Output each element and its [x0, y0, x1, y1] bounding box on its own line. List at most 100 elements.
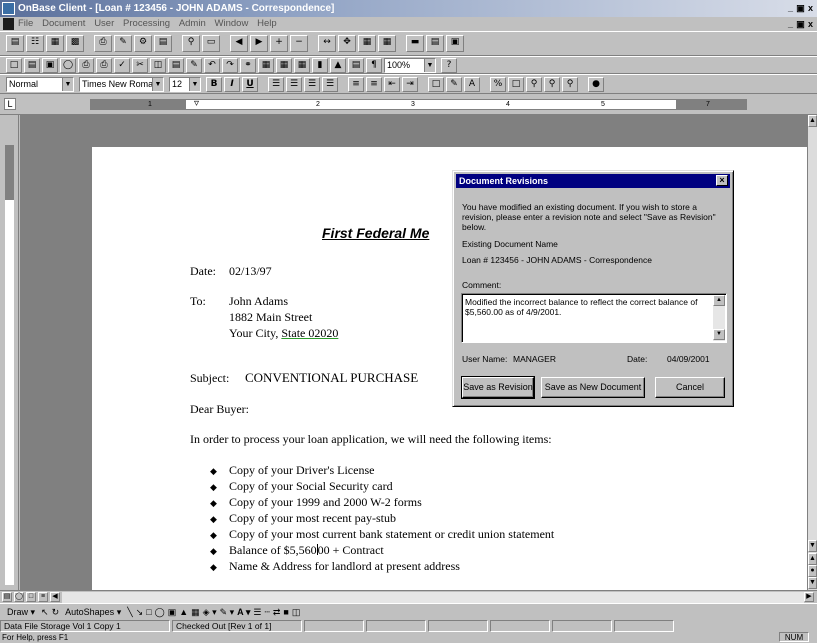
- prev-page-icon[interactable]: ▲: [808, 553, 817, 565]
- align-right-icon[interactable]: ☰: [304, 76, 320, 92]
- menu-help[interactable]: Help: [257, 17, 277, 31]
- book-icon[interactable]: ▭: [202, 35, 220, 52]
- print-view-icon[interactable]: □: [26, 592, 36, 602]
- bold-icon[interactable]: B: [206, 76, 222, 92]
- style-combo[interactable]: Normal ▼: [6, 76, 74, 92]
- doc-restore-button[interactable]: ▣: [796, 18, 805, 30]
- save-as-new-document-button[interactable]: Save as New Document: [541, 377, 645, 398]
- scroll-left-icon[interactable]: ◀: [50, 592, 60, 602]
- dash-style-icon[interactable]: ┄: [264, 607, 269, 618]
- dialog-close-button[interactable]: ×: [716, 175, 728, 186]
- web-icon[interactable]: ◯: [60, 57, 76, 73]
- comment-input[interactable]: Modified the incorrect balance to reflec…: [461, 293, 727, 343]
- tab-selector[interactable]: L: [4, 98, 16, 110]
- chevron-down-icon[interactable]: ▼: [424, 58, 435, 72]
- font-color-icon[interactable]: A: [464, 76, 480, 92]
- minimize-button[interactable]: _: [786, 2, 795, 14]
- chevron-down-icon[interactable]: ▼: [62, 77, 73, 91]
- highlight-icon[interactable]: ✎: [446, 76, 462, 92]
- outline-view-icon[interactable]: ≡: [38, 592, 48, 602]
- print-small-icon[interactable]: ⎙: [96, 57, 112, 73]
- line-color-icon[interactable]: ✎ ▾: [220, 607, 235, 618]
- shape-icon[interactable]: □: [508, 76, 524, 92]
- comment-scrollbar[interactable]: ▲ ▼: [713, 295, 725, 341]
- doc-close-button[interactable]: x: [806, 18, 815, 30]
- undo-icon[interactable]: ↶: [204, 57, 220, 73]
- ruler-strip[interactable]: 1 ▿ 2 3 4 5 7: [90, 99, 747, 110]
- align-left-icon[interactable]: ☰: [268, 76, 284, 92]
- menu-document[interactable]: Document: [42, 17, 85, 31]
- grid-icon[interactable]: ▦: [378, 35, 396, 52]
- percent-icon[interactable]: %: [490, 76, 506, 92]
- chart-icon[interactable]: ▤: [154, 35, 172, 52]
- print-preview-icon[interactable]: ⎙: [78, 57, 94, 73]
- find-icon[interactable]: ⚲: [544, 76, 560, 92]
- vertical-scrollbar[interactable]: ▲ ▼ ▲ ● ▼: [807, 115, 817, 590]
- zoom-icon[interactable]: ⚲: [182, 35, 200, 52]
- decrease-indent-icon[interactable]: ⇤: [384, 76, 400, 92]
- oval-icon[interactable]: ◯: [155, 607, 165, 618]
- retrieve-icon[interactable]: ☷: [26, 35, 44, 52]
- indent-marker[interactable]: ▿: [194, 99, 199, 109]
- menu-window[interactable]: Window: [215, 17, 249, 31]
- draw-menu[interactable]: Draw ▾: [4, 607, 38, 618]
- menu-processing[interactable]: Processing: [123, 17, 170, 31]
- hyperlink-icon[interactable]: ⚭: [240, 57, 256, 73]
- copy-icon[interactable]: ◫: [150, 57, 166, 73]
- thumbnails-icon[interactable]: ▦: [358, 35, 376, 52]
- save-as-revision-button[interactable]: Save as Revision: [461, 376, 535, 399]
- font-size-combo[interactable]: 12 ▼: [169, 76, 201, 92]
- redo-icon[interactable]: ↷: [222, 57, 238, 73]
- font-combo[interactable]: Times New Roman ▼: [79, 76, 164, 92]
- increase-indent-icon[interactable]: ⇥: [402, 76, 418, 92]
- cancel-button[interactable]: Cancel: [655, 377, 725, 398]
- spelling-icon[interactable]: ✓: [114, 57, 130, 73]
- show-hide-icon[interactable]: ¶: [366, 57, 382, 73]
- fit-page-icon[interactable]: ✥: [338, 35, 356, 52]
- format-painter-icon[interactable]: ✎: [186, 57, 202, 73]
- insert-table-icon[interactable]: ▦: [276, 57, 292, 73]
- paste-icon[interactable]: ▤: [168, 57, 184, 73]
- keywords-icon[interactable]: ▬: [406, 35, 424, 52]
- save-icon[interactable]: ▣: [42, 57, 58, 73]
- next-page-icon[interactable]: ▼: [808, 577, 817, 589]
- scroll-down-icon[interactable]: ▼: [713, 329, 725, 340]
- line-style-icon[interactable]: ☰: [253, 607, 261, 618]
- restore-button[interactable]: ▣: [796, 2, 805, 14]
- fit-width-icon[interactable]: ↔: [318, 35, 336, 52]
- font-color-draw-icon[interactable]: A ▾: [237, 607, 250, 618]
- folder-icon[interactable]: ▩: [66, 35, 84, 52]
- chevron-down-icon[interactable]: ▼: [152, 77, 163, 91]
- drawing-icon[interactable]: ▲: [330, 57, 346, 73]
- cut-icon[interactable]: ✂: [132, 57, 148, 73]
- select-objects-icon[interactable]: ↖: [41, 607, 49, 618]
- arrow-style-icon[interactable]: ⇄: [273, 607, 281, 618]
- free-rotate-icon[interactable]: ↻: [52, 607, 60, 618]
- autoshapes-menu[interactable]: AutoShapes ▾: [62, 607, 124, 618]
- open-document-icon[interactable]: ▤: [6, 35, 24, 52]
- horizontal-scroll-track[interactable]: [62, 592, 804, 603]
- workflow-icon[interactable]: ▦: [46, 35, 64, 52]
- underline-icon[interactable]: U: [242, 76, 258, 92]
- fill-color-icon[interactable]: ◈ ▾: [203, 607, 217, 618]
- document-icon[interactable]: [3, 18, 14, 30]
- tools-icon[interactable]: ⚙: [134, 35, 152, 52]
- menu-user[interactable]: User: [94, 17, 114, 31]
- align-center-icon[interactable]: ☰: [286, 76, 302, 92]
- italic-icon[interactable]: I: [224, 76, 240, 92]
- text-box-icon[interactable]: ▣: [168, 607, 177, 618]
- menu-file[interactable]: File: [18, 17, 33, 31]
- page-prev-icon[interactable]: ◀: [230, 35, 248, 52]
- help-icon[interactable]: ?: [441, 57, 457, 73]
- justify-icon[interactable]: ☰: [322, 76, 338, 92]
- bullets-icon[interactable]: ≡: [366, 76, 382, 92]
- chevron-down-icon[interactable]: ▼: [189, 77, 200, 91]
- add-icon[interactable]: +: [270, 35, 288, 52]
- replace-icon[interactable]: ⚲: [562, 76, 578, 92]
- columns-icon[interactable]: ▮: [312, 57, 328, 73]
- document-info-icon[interactable]: ▣: [446, 35, 464, 52]
- border-icon[interactable]: □: [428, 76, 444, 92]
- line-icon[interactable]: ╲: [127, 607, 132, 618]
- web-view-icon[interactable]: ◯: [14, 592, 24, 602]
- open-icon[interactable]: ▤: [24, 57, 40, 73]
